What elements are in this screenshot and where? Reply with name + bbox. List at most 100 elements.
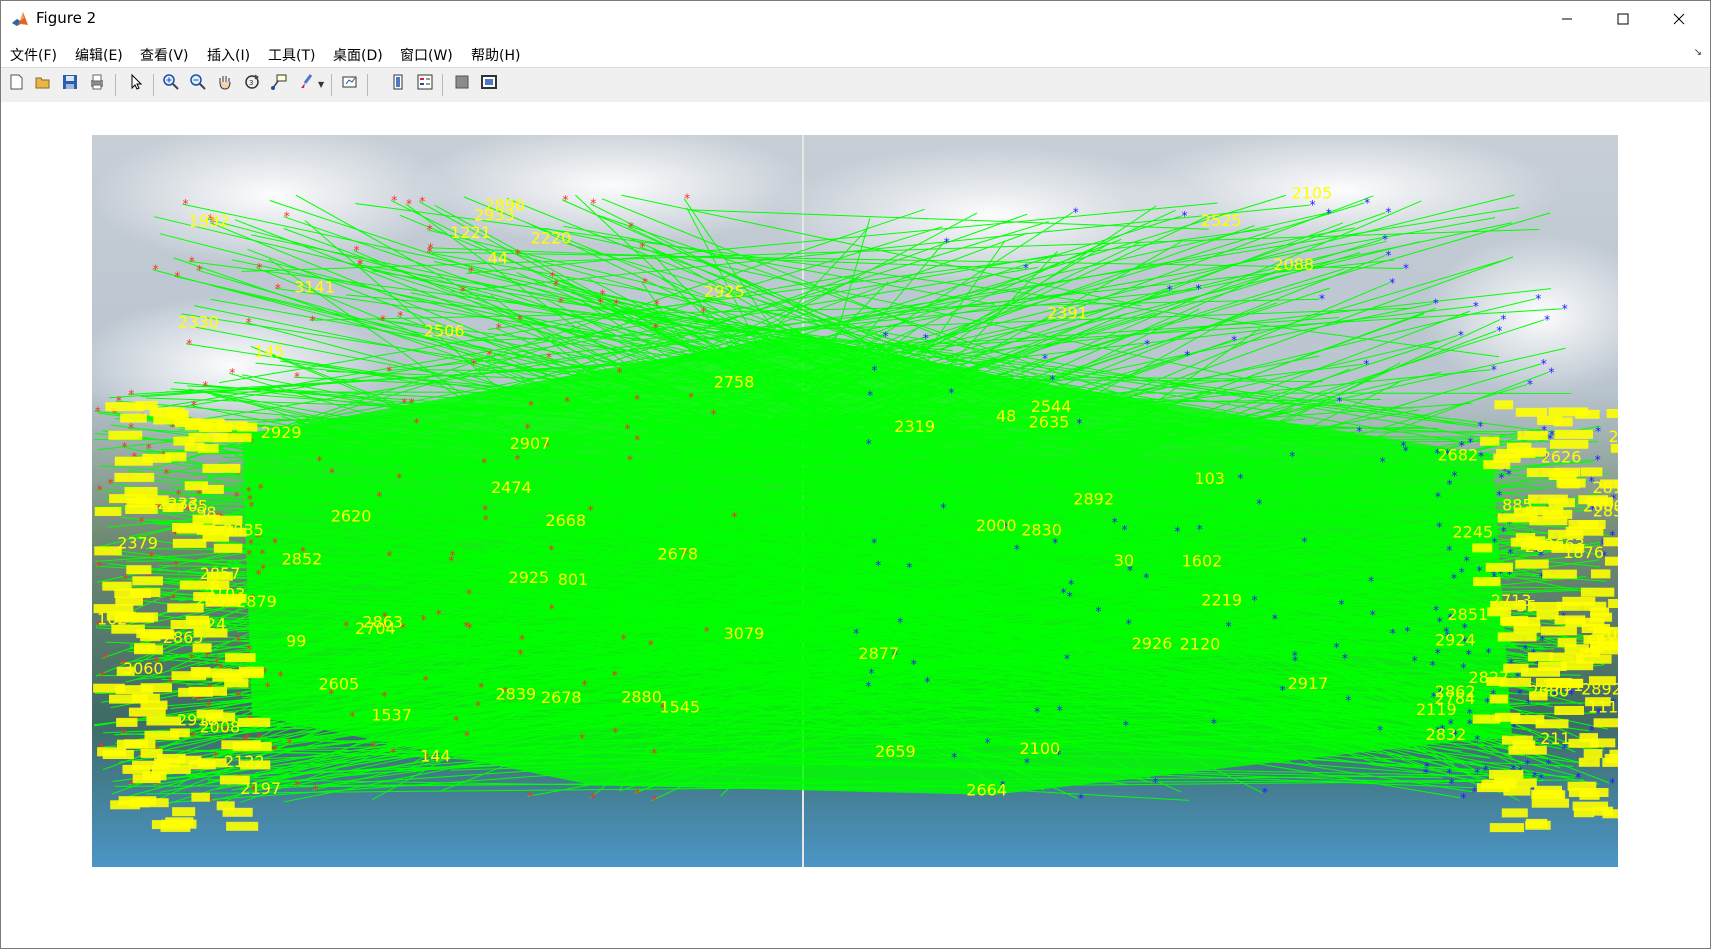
minimize-button[interactable]: [1539, 1, 1595, 37]
left-keypoint-marker: *: [128, 388, 134, 402]
menu-window[interactable]: 窗口(W): [400, 45, 453, 65]
show-plot-tools-button[interactable]: [478, 73, 500, 95]
label-clutter: [1489, 823, 1524, 833]
right-keypoint-marker: *: [1334, 641, 1340, 655]
label-clutter: [1489, 694, 1508, 704]
keypoint-index-label: 2659: [875, 742, 916, 761]
keypoint-index-label: 1545: [660, 698, 701, 717]
right-keypoint-marker: *: [875, 558, 881, 572]
matched-features-image[interactable]: * * * * * * * * * * * * * * * * * * * * * * * * * * * * * * * * * * * * * * * *…: [92, 135, 1618, 867]
left-keypoint-marker: *: [139, 515, 145, 529]
label-clutter: [1578, 757, 1600, 767]
left-keypoint-marker: *: [102, 651, 108, 665]
left-keypoint-marker: *: [635, 786, 641, 800]
right-keypoint-marker: *: [1460, 661, 1466, 675]
brush-button[interactable]: [295, 73, 317, 95]
dock-arrow-icon[interactable]: ↘: [1694, 47, 1702, 58]
open-file-button[interactable]: [32, 73, 54, 95]
label-clutter: [124, 487, 158, 496]
left-keypoint-marker: *: [381, 690, 387, 704]
label-clutter: [129, 798, 150, 808]
right-keypoint-marker: *: [1226, 620, 1232, 634]
figure-window: Figure 2 文件(F) 编辑(E) 查看(V) 插入(I) 工具(T) 桌…: [0, 0, 1711, 949]
right-keypoint-marker: *: [1356, 425, 1362, 439]
label-clutter: [1605, 556, 1618, 566]
label-clutter: [1548, 529, 1584, 539]
print-button[interactable]: [86, 73, 108, 95]
right-keypoint-marker: *: [1474, 733, 1480, 747]
label-clutter: [116, 717, 138, 727]
link-plot-icon: [341, 73, 359, 95]
left-keypoint-marker: *: [278, 669, 284, 683]
save-button[interactable]: [59, 73, 81, 95]
left-keypoint-marker: *: [475, 699, 481, 713]
insert-legend-button[interactable]: [414, 73, 436, 95]
figure-canvas[interactable]: * * * * * * * * * * * * * * * * * * * * * * * * * * * * * * * * * * * * * * * *…: [1, 102, 1710, 948]
left-keypoint-marker: *: [259, 547, 265, 561]
left-keypoint-marker: *: [183, 197, 189, 211]
new-figure-button[interactable]: [5, 73, 27, 95]
label-clutter: [225, 527, 247, 537]
menu-view[interactable]: 查看(V): [140, 45, 189, 65]
label-clutter: [1494, 777, 1514, 787]
label-clutter: [1580, 467, 1603, 477]
right-keypoint-marker: *: [1478, 449, 1484, 463]
label-clutter: [1472, 543, 1493, 553]
hide-plot-tools-button[interactable]: [451, 73, 473, 95]
left-keypoint-marker: *: [343, 619, 349, 633]
menu-insert[interactable]: 插入(I): [207, 45, 250, 65]
legend-icon: [416, 73, 434, 95]
close-icon: [1673, 10, 1685, 29]
pan-hand-icon: [216, 73, 234, 95]
label-clutter: [1610, 443, 1618, 453]
left-keypoint-marker: *: [386, 364, 392, 378]
zoom-in-button[interactable]: [160, 73, 182, 95]
maximize-button[interactable]: [1595, 1, 1651, 37]
right-keypoint-marker: *: [1184, 348, 1190, 362]
show-plot-tools-icon: [480, 73, 498, 95]
label-clutter: [202, 463, 241, 473]
left-keypoint-marker: *: [481, 456, 487, 470]
toolbar-separator: [331, 74, 332, 96]
menu-desktop[interactable]: 桌面(D): [333, 45, 383, 65]
label-clutter: [213, 543, 243, 553]
label-clutter: [193, 628, 228, 638]
label-clutter: [135, 495, 169, 505]
new-figure-icon: [7, 73, 25, 95]
data-cursor-button[interactable]: [268, 73, 290, 95]
left-keypoint-marker: *: [654, 298, 660, 312]
link-plot-button[interactable]: [339, 73, 361, 95]
keypoint-index-label: 145: [254, 342, 285, 361]
right-keypoint-marker: *: [1262, 786, 1268, 800]
keypoint-index-label: 2664: [966, 781, 1007, 800]
menu-file[interactable]: 文件(F): [10, 45, 57, 65]
label-clutter: [189, 760, 216, 770]
label-clutter: [213, 433, 252, 443]
left-keypoint-marker: *: [235, 634, 241, 648]
pan-button[interactable]: [214, 73, 236, 95]
right-keypoint-marker: *: [1123, 719, 1129, 733]
edit-plot-button[interactable]: [125, 73, 147, 95]
zoom-out-button[interactable]: [187, 73, 209, 95]
left-keypoint-marker: *: [97, 483, 103, 497]
label-clutter: [1473, 577, 1501, 587]
label-clutter: [1532, 790, 1566, 800]
keypoint-index-label: 3079: [724, 624, 765, 643]
close-button[interactable]: [1651, 1, 1707, 37]
menu-help[interactable]: 帮助(H): [471, 45, 520, 65]
label-clutter: [1521, 667, 1560, 677]
label-clutter: [140, 748, 163, 758]
brush-dropdown-icon[interactable]: ▼: [318, 80, 324, 89]
left-keypoint-marker: *: [99, 668, 105, 682]
insert-colorbar-button[interactable]: [387, 73, 409, 95]
left-keypoint-marker: *: [590, 197, 596, 211]
rotate-3d-button[interactable]: 3: [241, 73, 263, 95]
menu-edit[interactable]: 编辑(E): [75, 45, 123, 65]
left-keypoint-marker: *: [246, 485, 252, 499]
keypoint-index-label: 2330: [178, 313, 219, 332]
left-keypoint-marker: *: [189, 652, 195, 666]
left-keypoint-marker: *: [549, 602, 555, 616]
right-keypoint-marker: *: [1068, 578, 1074, 592]
keypoint-index-label: 2119: [1416, 700, 1457, 719]
menu-tools[interactable]: 工具(T): [268, 45, 315, 65]
